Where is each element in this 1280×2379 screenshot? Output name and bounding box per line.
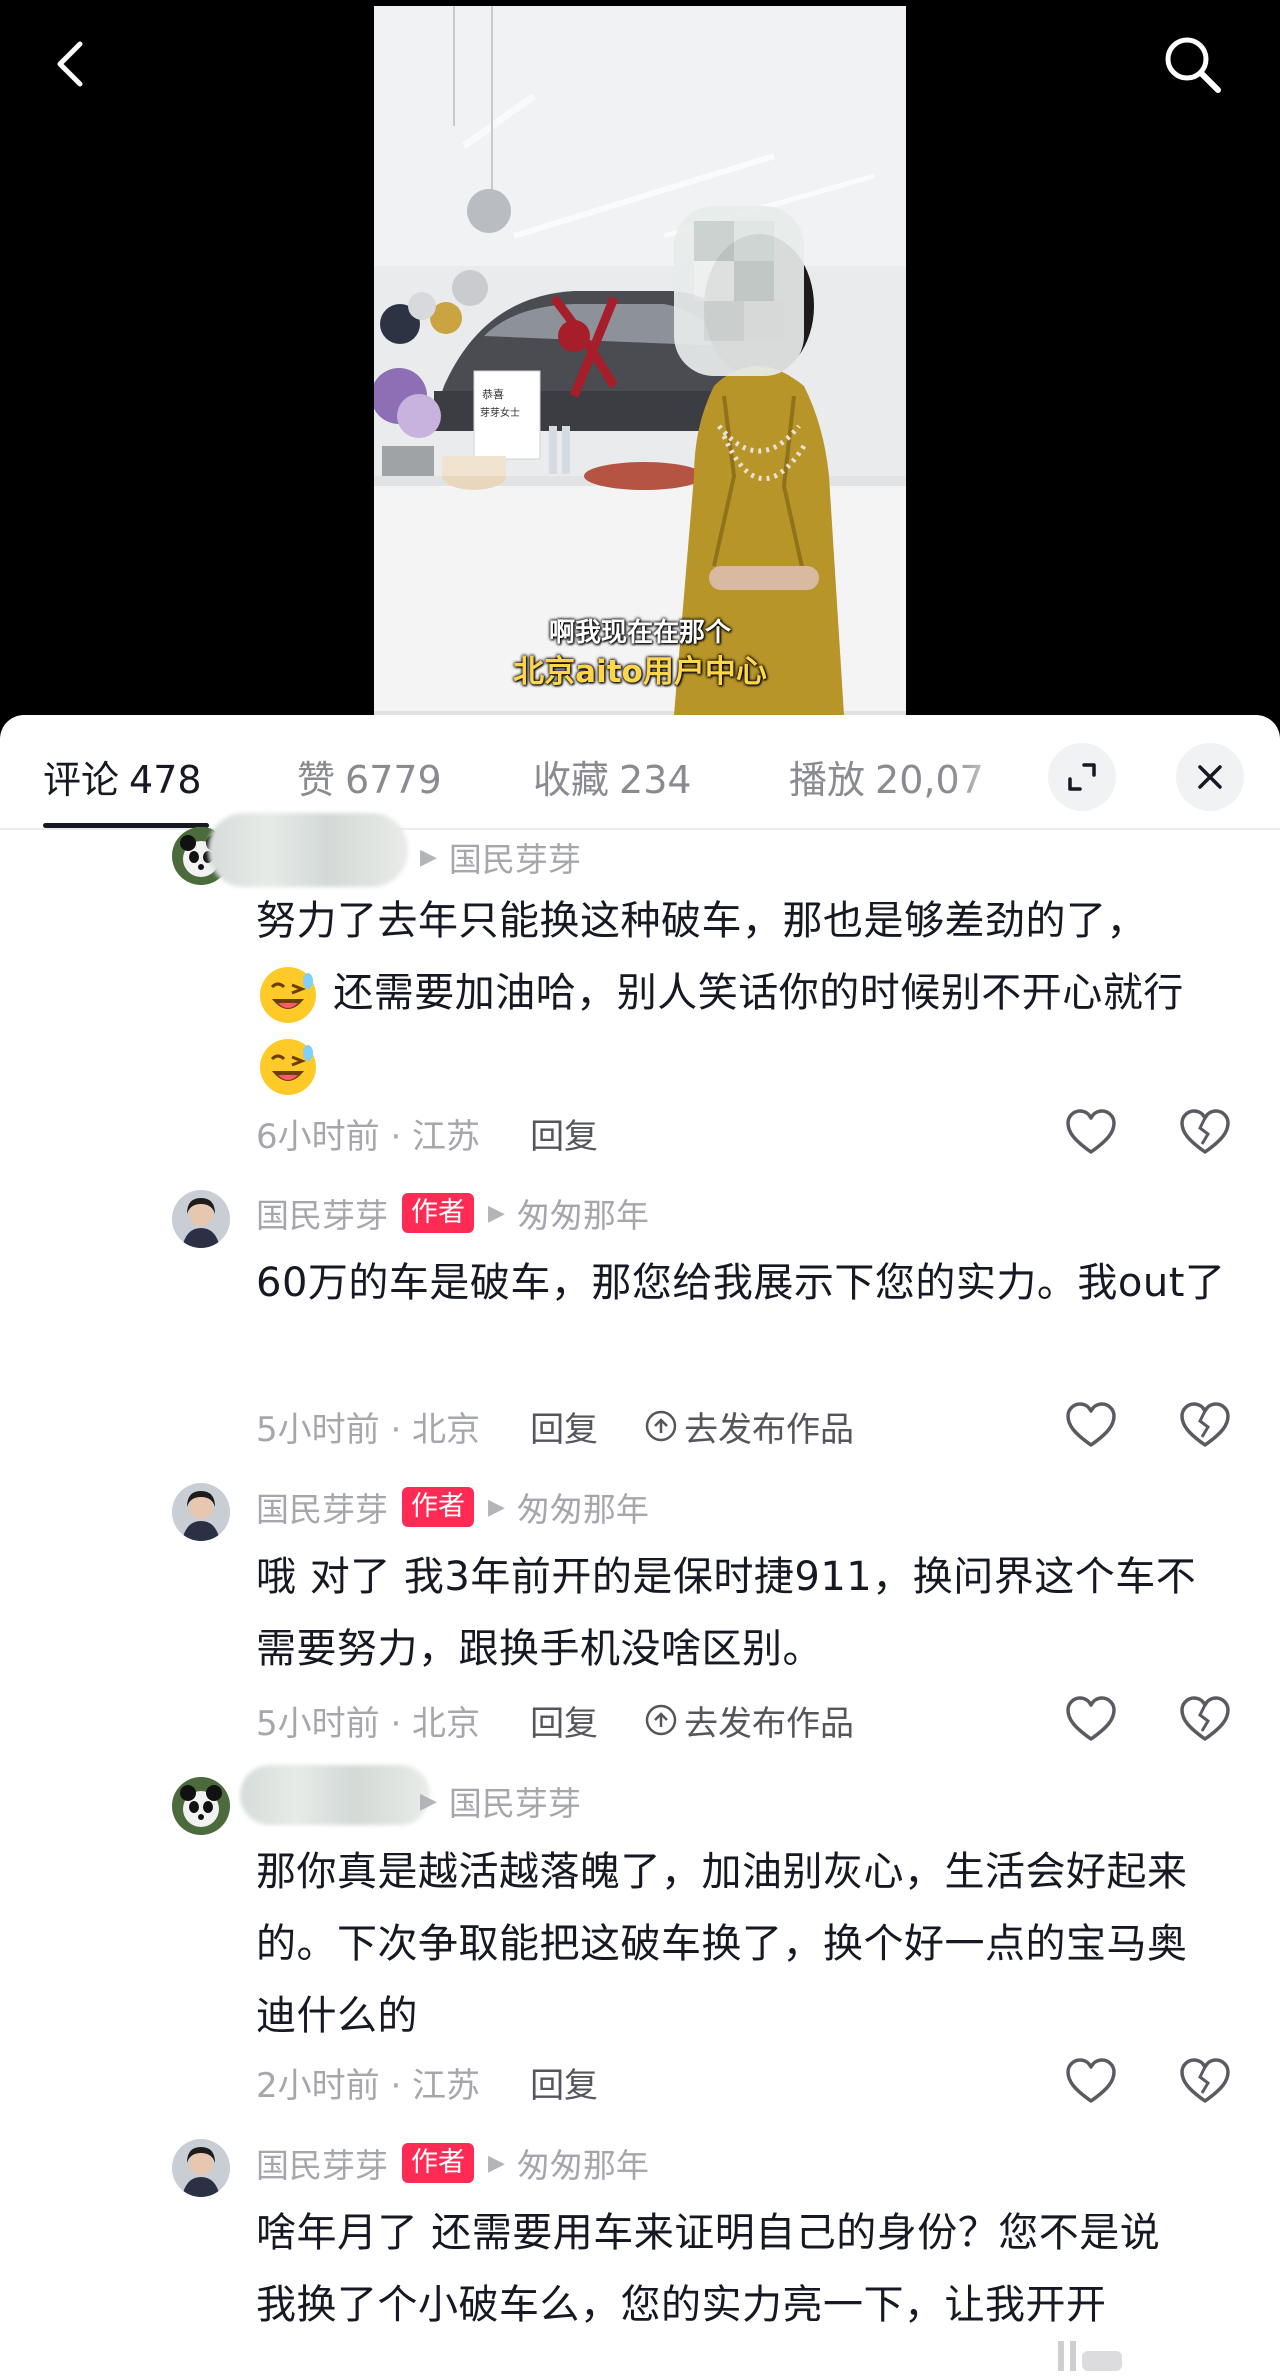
tab-favorites-count: 234 [619,758,692,802]
heart-icon[interactable] [1064,1695,1118,1745]
comment-text: 那你真是越活越落魄了，加油别灰心，生活会好起来的。下次争取能把这破车换了，换个好… [256,1849,1188,2039]
arrow-up-circle-icon [645,1704,677,1736]
expand-button[interactable] [1048,743,1116,811]
comment-time-location: 5小时前 · 北京 [256,1409,481,1450]
expand-icon [1068,763,1096,791]
grin-sweat-emoji-icon [260,967,316,1023]
comment-text: 60万的车是破车，那您给我展示下您的实力。我out了 [256,1260,1226,1306]
author-avatar-image [172,1190,230,1248]
reply-to-name[interactable]: 国民芽芽 [449,833,581,881]
video-frame[interactable]: 恭喜 芽芽女士 啊我现在在那个 北京aito用户中心 [374,6,906,715]
comment-text-line: 啥年月了 还需要用车来证明自己的身份？您不是说 [256,2210,1161,2256]
tab-bar: 评论 478 赞 6779 收藏 234 播放 20,07 [0,715,1280,831]
comment-emoji-line [256,1029,1236,1101]
tab-comments-label: 评论 [43,758,120,802]
comment-footer: 2小时前 · 江苏 回复 [256,2057,598,2107]
reply-to-name[interactable]: 匆匆那年 [517,1189,649,1237]
close-button[interactable] [1176,743,1244,811]
sign-text-1: 恭喜 [482,388,504,401]
comment-panel: 评论 478 赞 6779 收藏 234 播放 20,07 ▶ 国民芽芽 努力了… [0,715,1280,2379]
comment-time-location: 6小时前 · 江苏 [256,1116,481,1157]
publish-work-button[interactable]: 去发布作品 [644,1402,854,1451]
tab-plays-label: 播放 [789,758,866,802]
publish-work-button[interactable]: 去发布作品 [644,1696,854,1745]
publish-work-label: 去发布作品 [684,1703,855,1744]
tab-overflow-fade [950,735,1040,815]
author-badge: 作者 [402,1487,474,1527]
comment-text: 哦 对了 我3年前开的是保时捷911，换问界这个车不需要努力，跟换手机没啥区别。 [256,1554,1197,1672]
reply-button[interactable]: 回复 [530,1696,598,1745]
grin-sweat-emoji-icon [260,1039,316,1095]
comment-footer: 6小时前 · 江苏 回复 [256,1108,598,1158]
reply-button[interactable]: 回复 [530,2058,598,2107]
blurred-username [208,813,408,887]
broken-heart-icon[interactable] [1178,1108,1232,1158]
comment-text: 啥年月了 还需要用车来证明自己的身份？您不是说 我换了个小破车么，您的实力亮一下… [256,2197,1236,2341]
comment-time-location: 5小时前 · 北京 [256,1703,481,1744]
comment-meta: 国民芽芽 作者 ▶ 匆匆那年 [256,1483,649,1531]
reply-arrow-icon: ▶ [420,1788,437,1814]
video-subtitle-line2: 北京aito用户中心 [513,654,767,690]
author-name[interactable]: 国民芽芽 [256,2139,388,2187]
reply-arrow-icon: ▶ [488,1494,505,1520]
comment-time-location: 2小时前 · 江苏 [256,2065,481,2106]
author-badge: 作者 [402,1193,474,1233]
sign-text-2: 芽芽女士 [480,406,520,419]
reply-to-name[interactable]: 国民芽芽 [449,1777,581,1825]
reply-to-name[interactable]: 匆匆那年 [517,1483,649,1531]
avatar[interactable] [172,2139,230,2197]
reply-arrow-icon: ▶ [488,1200,505,1226]
heart-icon[interactable] [1064,1401,1118,1451]
comment-footer: 5小时前 · 北京 回复 去发布作品 [256,1695,854,1745]
tab-comments-count: 478 [129,758,202,802]
reply-button[interactable]: 回复 [530,1109,598,1158]
comment-meta: ▶ 国民芽芽 [420,833,581,881]
back-arrow-icon[interactable] [44,36,100,92]
broken-heart-icon[interactable] [1178,1401,1232,1451]
video-scene: 恭喜 芽芽女士 [374,6,906,715]
close-icon [1198,765,1222,789]
comment-meta: ▶ 国民芽芽 [420,1777,581,1825]
tab-favorites-label: 收藏 [533,758,610,802]
video-player[interactable]: 恭喜 芽芽女士 啊我现在在那个 北京aito用户中心 [0,0,1280,715]
tab-comments[interactable]: 评论 478 [43,749,202,804]
tab-favorites[interactable]: 收藏 234 [533,749,692,804]
author-avatar-image [172,1483,230,1541]
heart-icon[interactable] [1064,1108,1118,1158]
heart-icon[interactable] [1064,2057,1118,2107]
reply-arrow-icon: ▶ [488,2150,505,2176]
broken-heart-icon[interactable] [1178,2057,1232,2107]
arrow-up-circle-icon [645,1410,677,1442]
tab-likes-count: 6779 [345,758,442,802]
comment-text-line: 还需要加油哈，别人笑话你的时候别不开心就行 [333,970,1184,1016]
comment-text: 努力了去年只能换这种破车，那也是够差劲的了， 还需要加油哈，别人笑话你的时候别不… [256,885,1236,1101]
broken-heart-icon[interactable] [1178,1695,1232,1745]
blurred-username [240,1765,430,1825]
author-avatar-image [172,2139,230,2197]
avatar[interactable] [172,1483,230,1541]
watermark-icon [1058,2341,1122,2371]
reply-button[interactable]: 回复 [530,1402,598,1451]
comment-text-line: 努力了去年只能换这种破车，那也是够差劲的了， [256,898,1147,944]
comment-meta: 国民芽芽 作者 ▶ 匆匆那年 [256,1189,649,1237]
author-name[interactable]: 国民芽芽 [256,1483,388,1531]
comment-meta: 国民芽芽 作者 ▶ 匆匆那年 [256,2139,649,2187]
reply-to-name[interactable]: 匆匆那年 [517,2139,649,2187]
comment-text-line-with-emoji: 还需要加油哈，别人笑话你的时候别不开心就行 [256,957,1236,1029]
author-badge: 作者 [402,2143,474,2183]
video-subtitle-line1: 啊我现在在那个 [548,618,731,648]
avatar[interactable] [172,1190,230,1248]
author-name[interactable]: 国民芽芽 [256,1189,388,1237]
tab-likes-label: 赞 [297,758,336,802]
tab-likes[interactable]: 赞 6779 [297,749,442,804]
comment-text-line: 我换了个小破车么，您的实力亮一下，让我开开 [256,2282,1107,2328]
search-icon[interactable] [1160,32,1224,96]
reply-arrow-icon: ▶ [420,844,437,870]
comment-footer: 5小时前 · 北京 回复 去发布作品 [256,1401,854,1451]
publish-work-label: 去发布作品 [684,1409,855,1450]
avatar[interactable] [172,1777,230,1835]
panda-avatar-image [172,1777,230,1835]
